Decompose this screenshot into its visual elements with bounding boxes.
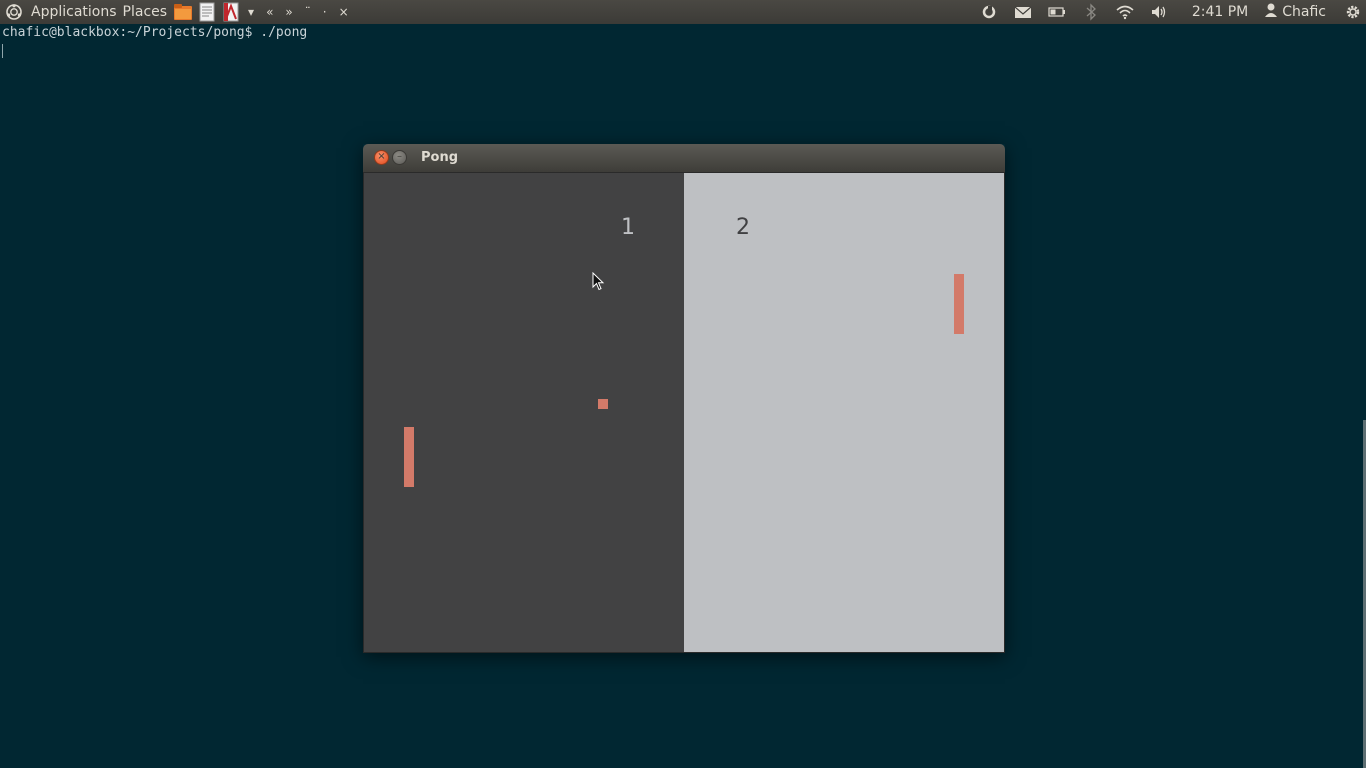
wifi-icon[interactable] [1116,3,1134,21]
network-icon[interactable] [980,3,998,21]
window-titlebar[interactable]: × – Pong [363,144,1005,172]
right-field [684,173,1004,652]
minimize-icon: – [397,151,402,162]
pdf-viewer-icon[interactable] [220,1,242,23]
user-menu[interactable]: Chafic [1264,2,1326,22]
nav-close-glyph[interactable]: × [333,0,355,24]
left-paddle [404,427,414,487]
close-button[interactable]: × [374,150,389,165]
dropdown-arrow-icon[interactable]: ▾ [242,0,260,24]
nav-glyph-4[interactable]: · [317,0,333,24]
menu-applications[interactable]: Applications [28,0,120,24]
menu-places[interactable]: Places [120,0,171,24]
battery-icon[interactable] [1048,3,1066,21]
top-panel: Applications Places ▾ « » ¨ · × 2:41 PM … [0,0,1366,24]
score-left: 1 [621,215,635,240]
user-name: Chafic [1282,4,1326,20]
close-icon: × [377,151,386,162]
nav-forward-glyph[interactable]: » [279,0,298,24]
panel-left: Applications Places ▾ « » ¨ · × [0,0,355,24]
right-paddle [954,274,964,334]
minimize-button[interactable]: – [392,150,407,165]
ball [598,399,608,409]
terminal-cursor [2,44,3,58]
power-gear-icon[interactable] [1344,3,1362,21]
bluetooth-icon[interactable] [1082,3,1100,21]
mouse-pointer-icon [592,271,606,292]
mail-icon[interactable] [1014,3,1032,21]
window-title: Pong [421,150,459,165]
game-canvas[interactable]: 1 2 [363,172,1005,653]
panel-right: 2:41 PM Chafic [972,0,1366,24]
pong-window: × – Pong 1 2 [363,144,1005,653]
user-icon [1264,2,1278,22]
clock[interactable]: 2:41 PM [1192,4,1248,20]
nav-back-glyph[interactable]: « [260,0,279,24]
terminal-prompt-line: chafic@blackbox:~/Projects/pong$ ./pong [2,25,308,40]
folder-icon[interactable] [172,1,194,23]
ubuntu-logo-icon[interactable] [6,4,22,20]
nav-glyph-3[interactable]: ¨ [299,0,317,24]
text-editor-icon[interactable] [196,1,218,23]
left-field [364,173,684,652]
volume-icon[interactable] [1150,3,1168,21]
score-right: 2 [736,215,750,240]
